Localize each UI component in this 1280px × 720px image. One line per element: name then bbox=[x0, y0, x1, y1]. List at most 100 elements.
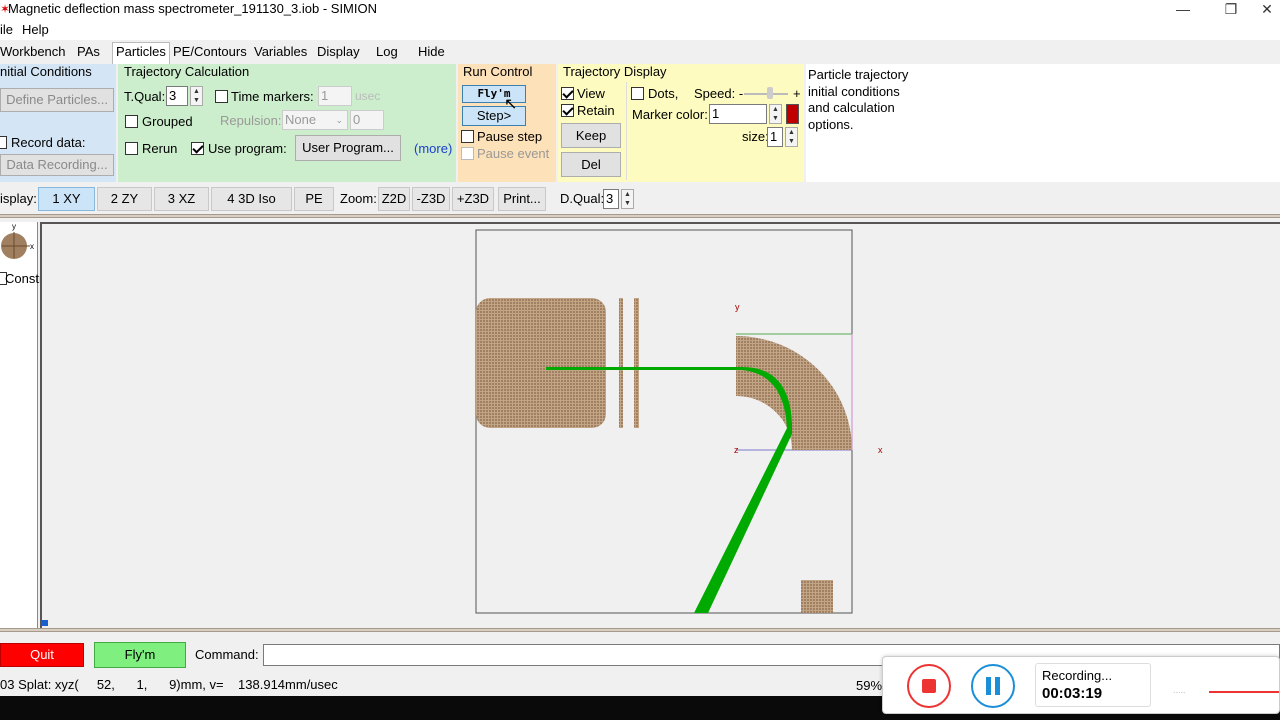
tqual-input[interactable]: 3 bbox=[166, 86, 188, 106]
size-input[interactable]: 1 bbox=[767, 127, 783, 147]
recording-status: Recording... bbox=[1042, 668, 1113, 683]
time-markers-input[interactable]: 1 bbox=[318, 86, 352, 106]
marker-color-input[interactable]: 1 bbox=[709, 104, 767, 124]
screen-recorder-widget: Recording... 00:03:19 ..... bbox=[882, 656, 1280, 714]
view-1-xy-button[interactable]: 1 XY bbox=[38, 187, 95, 211]
data-recording-button[interactable]: Data Recording... bbox=[0, 154, 114, 176]
marker-color-spinner[interactable]: ▲ ▼ bbox=[769, 104, 782, 124]
more-link[interactable]: (more) bbox=[414, 141, 452, 156]
tab-variables[interactable]: Variables bbox=[254, 44, 307, 59]
speed-slider-track[interactable] bbox=[744, 93, 788, 95]
run-control-title: Run Control bbox=[463, 64, 533, 79]
tab-log[interactable]: Log bbox=[376, 44, 398, 59]
time-markers-label: Time markers: bbox=[231, 89, 314, 104]
help-panel: Particle trajectory initial conditions a… bbox=[806, 64, 1280, 182]
record-data-label: Record data: bbox=[11, 135, 86, 150]
menu-bar: ile Help bbox=[0, 20, 1280, 40]
audio-level-bar bbox=[1209, 691, 1279, 693]
size-spinner[interactable]: ▲ ▼ bbox=[785, 127, 798, 147]
view-4-3d-iso-button[interactable]: 4 3D Iso bbox=[211, 187, 292, 211]
dots-checkbox[interactable] bbox=[631, 87, 644, 100]
speed-label: Speed: - bbox=[694, 86, 744, 101]
repulsion-label: Repulsion: bbox=[220, 113, 282, 128]
bottom-splitter[interactable] bbox=[0, 628, 1280, 632]
menu-file[interactable]: ile bbox=[0, 22, 13, 37]
tab-particles[interactable]: Particles bbox=[112, 42, 170, 64]
view-2-zy-button[interactable]: 2 ZY bbox=[97, 187, 152, 211]
print-button[interactable]: Print... bbox=[498, 187, 546, 211]
tab-pe-contours[interactable]: PE/Contours bbox=[173, 44, 247, 59]
left-pane: y x Constrn bbox=[0, 222, 51, 628]
zoom-percent: 59% bbox=[856, 678, 883, 693]
minimize-button[interactable]: — bbox=[1160, 0, 1206, 20]
grouped-checkbox[interactable] bbox=[125, 115, 138, 128]
stop-recording-button[interactable] bbox=[907, 664, 951, 708]
zoom-label: Zoom: bbox=[340, 191, 377, 206]
scroll-marker[interactable] bbox=[42, 620, 48, 626]
time-markers-checkbox[interactable] bbox=[215, 90, 228, 103]
pause-icon-bar-right bbox=[995, 677, 1000, 695]
retain-checkbox[interactable] bbox=[561, 104, 574, 117]
top-splitter[interactable] bbox=[0, 214, 1280, 218]
define-particles-button[interactable]: Define Particles... bbox=[0, 88, 114, 112]
panel-divider bbox=[626, 82, 627, 180]
canvas-axis-y: y bbox=[735, 302, 740, 312]
window-title: Magnetic deflection mass spectrometer_19… bbox=[8, 1, 377, 16]
audio-level-dots: ..... bbox=[1173, 685, 1186, 695]
zoom-minus-z3d-button[interactable]: -Z3D bbox=[412, 187, 450, 211]
title-bar: ✶ Magnetic deflection mass spectrometer_… bbox=[0, 0, 1280, 20]
tab-pas[interactable]: PAs bbox=[77, 44, 100, 59]
repulsion-number[interactable]: 0 bbox=[350, 110, 384, 130]
size-label: size: bbox=[742, 129, 769, 144]
speed-slider-thumb[interactable] bbox=[767, 87, 773, 99]
zoom-plus-z3d-button[interactable]: +Z3D bbox=[452, 187, 494, 211]
ion-source-electrode bbox=[476, 298, 606, 428]
simulation-viewport[interactable]: y x z bbox=[40, 222, 1280, 628]
view-checkbox[interactable] bbox=[561, 87, 574, 100]
simulation-canvas[interactable]: y x z bbox=[42, 224, 1280, 628]
display-toolbar: isplay: 1 XY 2 ZY 3 XZ 4 3D Iso PE Zoom:… bbox=[0, 184, 1280, 214]
tab-workbench[interactable]: Workbench bbox=[0, 44, 66, 59]
stop-icon bbox=[922, 679, 936, 693]
trajectory-calculation-title: Trajectory Calculation bbox=[124, 64, 250, 79]
rerun-checkbox[interactable] bbox=[125, 142, 138, 155]
zoom-z2d-button[interactable]: Z2D bbox=[378, 187, 410, 211]
pause-step-checkbox[interactable] bbox=[461, 130, 474, 143]
restore-button[interactable]: ❐ bbox=[1208, 0, 1254, 20]
repulsion-select[interactable]: None ⌄ bbox=[282, 110, 348, 130]
record-data-checkbox[interactable] bbox=[0, 136, 7, 149]
initial-conditions-panel: nitial Conditions Define Particles... Re… bbox=[0, 64, 116, 182]
recording-info: Recording... 00:03:19 bbox=[1035, 663, 1151, 707]
quit-button[interactable]: Quit bbox=[0, 643, 84, 667]
pause-step-label: Pause step bbox=[477, 129, 543, 144]
flym-bottom-button[interactable]: Fly'm bbox=[94, 642, 186, 668]
tab-hide[interactable]: Hide bbox=[418, 44, 445, 59]
detector-electrode bbox=[801, 580, 833, 613]
use-program-label: Use program: bbox=[208, 141, 287, 156]
tab-display[interactable]: Display bbox=[317, 44, 360, 59]
left-axis-x: x bbox=[30, 242, 34, 251]
trajectory-display-panel: Trajectory Display View Retain Keep Del … bbox=[558, 64, 804, 182]
pause-event-checkbox[interactable] bbox=[461, 147, 474, 160]
view-3-xz-button[interactable]: 3 XZ bbox=[154, 187, 209, 211]
user-program-button[interactable]: User Program... bbox=[295, 135, 401, 161]
grouped-label: Grouped bbox=[142, 114, 193, 129]
left-axis-y: y bbox=[12, 222, 16, 231]
dqual-input[interactable]: 3 bbox=[603, 189, 619, 209]
canvas-axis-x: x bbox=[878, 445, 883, 455]
del-button[interactable]: Del bbox=[561, 152, 621, 177]
chevron-down-icon: ⌄ bbox=[335, 115, 343, 125]
pause-event-label: Pause event bbox=[477, 146, 550, 161]
tqual-spinner[interactable]: ▲ ▼ bbox=[190, 86, 203, 106]
recording-time: 00:03:19 bbox=[1042, 685, 1103, 702]
command-label: Command: bbox=[195, 647, 259, 662]
view-pe-button[interactable]: PE bbox=[294, 187, 334, 211]
menu-help[interactable]: Help bbox=[22, 22, 49, 37]
close-button[interactable]: ✕ bbox=[1254, 0, 1280, 20]
keep-button[interactable]: Keep bbox=[561, 123, 621, 148]
dqual-spinner[interactable]: ▲ ▼ bbox=[621, 189, 634, 209]
use-program-checkbox[interactable] bbox=[191, 142, 204, 155]
mouse-cursor-icon: ↖ bbox=[504, 96, 518, 113]
dqual-label: D.Qual: bbox=[560, 191, 605, 206]
pause-recording-button[interactable] bbox=[971, 664, 1015, 708]
